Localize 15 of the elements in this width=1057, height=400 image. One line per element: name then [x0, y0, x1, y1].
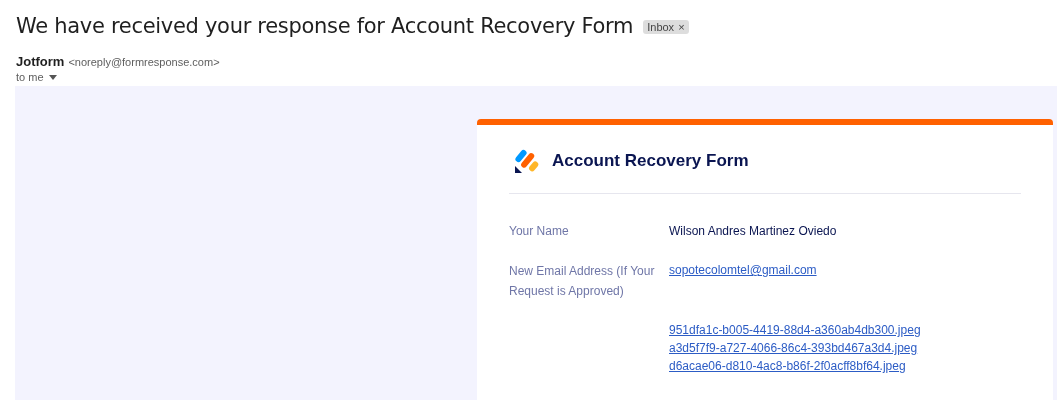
sender-address: <noreply@formresponse.com> — [68, 56, 220, 68]
recipient-text: to me — [16, 71, 44, 83]
email-link[interactable]: sopotecolomtel@gmail.com — [669, 261, 1021, 279]
file-link[interactable]: d6acae06-d810-4ac8-b86f-2f0acff8bf64.jpeg — [669, 357, 1021, 375]
field-value: Wilson Andres Martinez Oviedo — [669, 223, 838, 240]
field-label: New Email Address (If Your Request is Approved) — [509, 263, 656, 300]
field-label: Your Name — [509, 223, 570, 240]
form-title: Account Recovery Form — [552, 150, 749, 171]
sender-name: Jotform — [16, 54, 65, 69]
email-subject: We have received your response for Account Recovery Form — [16, 14, 634, 38]
label-chip[interactable]: Inbox × — [643, 20, 689, 34]
file-link[interactable]: 951dfa1c-b005-4419-88d4-a360ab4db300.jpeg — [669, 321, 1021, 339]
logo-icon — [514, 147, 540, 174]
file-link[interactable]: a3d5f7f9-a727-4066-86c4-393bd467a3d4.jpeg — [669, 339, 1021, 357]
dropdown-icon[interactable] — [48, 74, 57, 80]
